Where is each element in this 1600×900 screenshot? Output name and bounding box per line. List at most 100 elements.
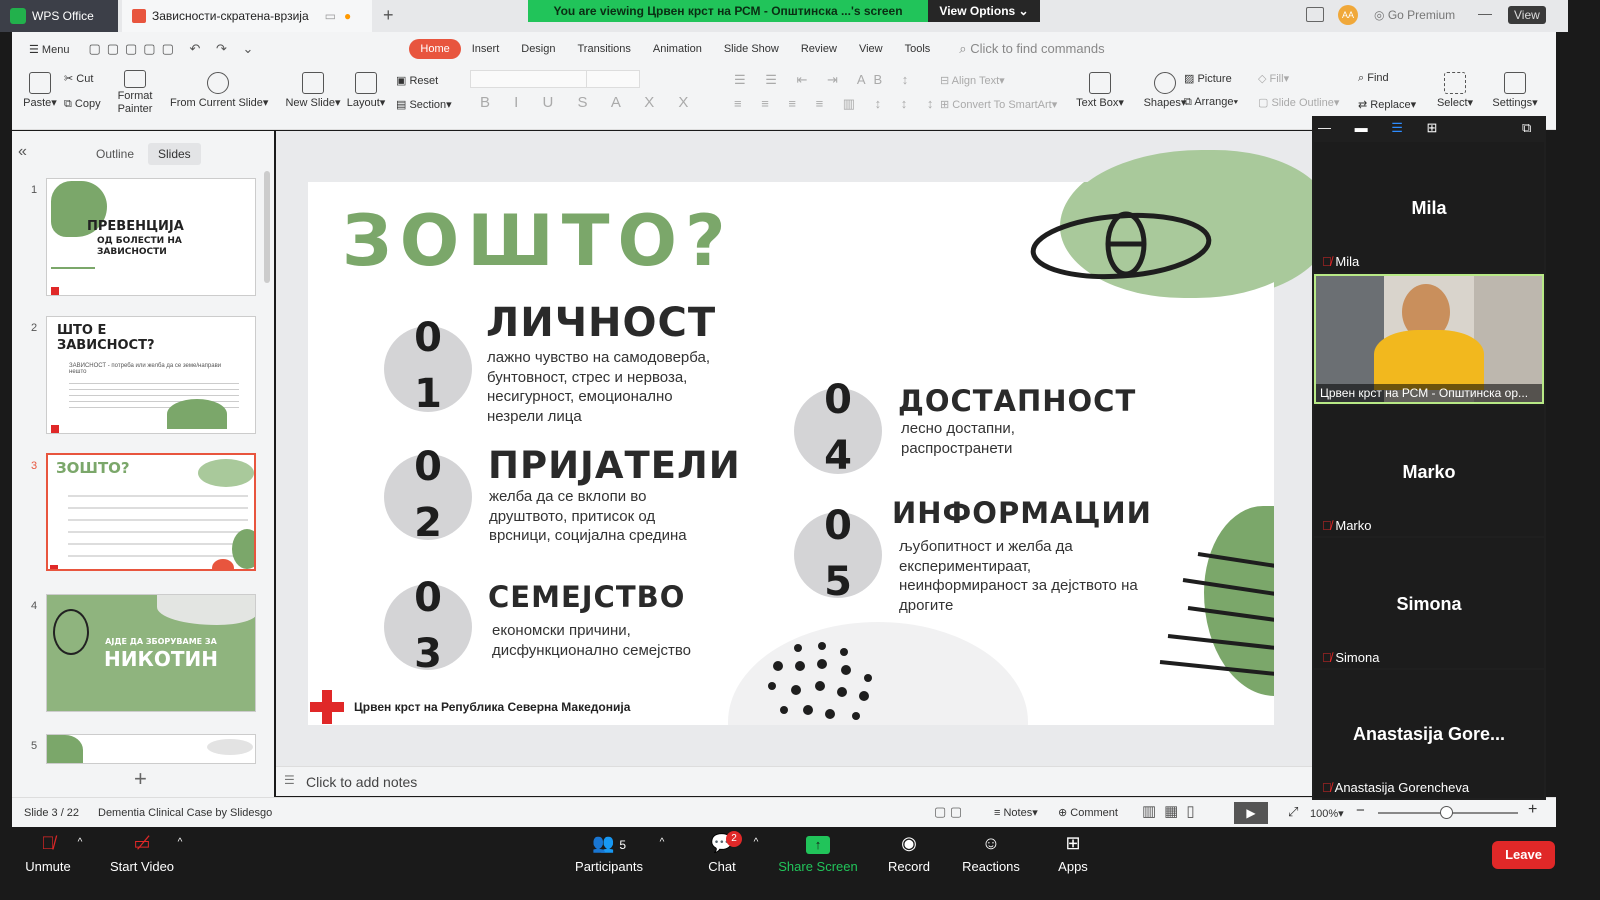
participant-tile[interactable]: Anastasija Gore... 🎙̸ Anastasija Gorench… xyxy=(1314,670,1544,798)
current-slide[interactable]: ЗОШТО? 0 1 ЛИЧНОСТ лажно чувство на само… xyxy=(308,182,1274,725)
wps-office-tab[interactable]: WPS Office xyxy=(0,0,118,32)
font-size-select[interactable] xyxy=(586,70,640,88)
participant-name: Anastasija Gore... xyxy=(1352,724,1506,744)
text-box-button[interactable]: Text Box▾ xyxy=(1074,72,1126,109)
text-format-icons[interactable]: B I U S A X X xyxy=(480,94,698,111)
fit-icons[interactable]: ▢ ▢ xyxy=(934,804,962,820)
new-slide-button[interactable]: New Slide▾ xyxy=(284,72,342,109)
copy-button[interactable]: ⧉ Copy xyxy=(64,98,101,111)
fit-window-icon[interactable]: ⤢ xyxy=(1288,804,1298,820)
chat-badge: 2 xyxy=(726,831,742,847)
replace-button[interactable]: ⇄ Replace▾ xyxy=(1358,98,1416,111)
slide-thumbnail-3[interactable]: ЗОШТО? xyxy=(46,453,256,571)
slide-thumbnail-5[interactable] xyxy=(46,734,256,764)
zoom-in-icon[interactable]: + xyxy=(1528,801,1537,819)
reactions-button[interactable]: ☺ Reactions xyxy=(960,833,1022,874)
minimize-icon[interactable]: — xyxy=(1478,5,1492,21)
participant-tile[interactable]: Simona 🎙̸ Simona xyxy=(1314,538,1544,668)
select-button[interactable]: Select▾ xyxy=(1432,72,1478,109)
window-icon[interactable]: ▭ xyxy=(325,9,336,23)
slide-thumbnail-4[interactable]: АЈДЕ ДА ЗБОРУВАМЕ ЗА НИКОТИН xyxy=(46,594,256,712)
slide-title: ЗОШТО? xyxy=(342,200,734,282)
play-slideshow-button[interactable]: ▶ xyxy=(1234,802,1268,824)
reset-button[interactable]: ▣ Reset xyxy=(396,74,438,87)
avatar[interactable]: AA xyxy=(1338,5,1358,25)
tab-transitions[interactable]: Transitions xyxy=(567,39,642,59)
tab-insert[interactable]: Insert xyxy=(461,39,511,59)
tab-outline[interactable]: Outline xyxy=(96,147,134,161)
participants-options-caret[interactable]: ^ xyxy=(656,837,668,848)
tab-review[interactable]: Review xyxy=(790,39,848,59)
shapes-button[interactable]: Shapes▾ xyxy=(1142,72,1188,109)
popout-icon[interactable]: ⧉ xyxy=(1522,120,1531,136)
item-heading: ИНФОРМАЦИИ xyxy=(892,496,1152,530)
zoom-slider-handle[interactable] xyxy=(1440,806,1453,819)
new-tab-button[interactable]: + xyxy=(383,5,394,26)
tab-home[interactable]: Home xyxy=(409,39,461,59)
notes-placeholder[interactable]: Click to add notes xyxy=(306,774,417,790)
participants-button[interactable]: 👥 5 Participants xyxy=(574,833,644,874)
find-button[interactable]: ⌕ Find xyxy=(1358,72,1389,85)
tab-design[interactable]: Design xyxy=(510,39,566,59)
view-options-button[interactable]: View Options ⌄ xyxy=(928,0,1040,22)
fill-button[interactable]: ◇ Fill▾ xyxy=(1258,72,1289,85)
slide-thumbnail-2[interactable]: ШТО Е ЗАВИСНОСТ? ЗАВИСНОСТ - потреба или… xyxy=(46,316,256,434)
format-painter-button[interactable]: Format Painter xyxy=(114,70,156,116)
slide-thumbnail-1[interactable]: ПРЕВЕНЦИЈА ОД БОЛЕСТИ НА ЗАВИСНОСТИ xyxy=(46,178,256,296)
quick-access-icons[interactable]: ▢▢▢▢▢ ↶ ↷ ⌄ xyxy=(88,41,259,57)
document-tab[interactable]: Зависности-скратена-врзија ▭ ● xyxy=(122,0,372,32)
participant-tile[interactable]: Mila 🎙̸ Mila xyxy=(1314,142,1544,272)
apps-button[interactable]: ⊞ Apps xyxy=(1052,833,1094,874)
convert-smartart-button[interactable]: ⊞ Convert To SmartArt▾ xyxy=(940,98,1057,111)
record-button[interactable]: ◉ Record xyxy=(884,833,934,874)
participant-tile[interactable]: Marko 🎙̸ Marko xyxy=(1314,406,1544,536)
from-current-slide-button[interactable]: From Current Slide▾ xyxy=(170,72,268,109)
section-button[interactable]: ▤ Section▾ xyxy=(396,98,452,111)
item-description: лесно достапни, распространети xyxy=(901,420,1015,457)
notes-bar[interactable]: ☰ Click to add notes xyxy=(276,766,1312,796)
slide-outline-button[interactable]: ▢ Slide Outline▾ xyxy=(1258,96,1339,109)
decor-lines xyxy=(1159,552,1274,676)
tab-tools[interactable]: Tools xyxy=(894,39,942,59)
zoom-level[interactable]: 100%▾ xyxy=(1310,807,1344,820)
align-text-button[interactable]: ⊟ Align Text▾ xyxy=(940,74,1005,87)
go-premium-button[interactable]: ◎ Go Premium xyxy=(1374,8,1455,22)
arrange-button[interactable]: ⧉ Arrange▾ xyxy=(1184,96,1238,109)
cut-button[interactable]: ✂ Cut xyxy=(64,72,93,85)
video-layout-icons[interactable]: — ▬ ☰ ⊞ xyxy=(1318,120,1447,136)
layout-button[interactable]: Layout▾ xyxy=(344,72,388,109)
paste-button[interactable]: Paste▾ xyxy=(20,72,60,109)
panel-scrollbar[interactable] xyxy=(264,171,270,283)
align-icons[interactable]: ≡ ≡ ≡ ≡ ▥ ↕ ↕ ↕ xyxy=(734,96,941,112)
tab-slide-show[interactable]: Slide Show xyxy=(713,39,790,59)
picture-button[interactable]: ▨ Picture xyxy=(1184,72,1232,85)
item-heading: ПРИЈАТЕЛИ xyxy=(488,444,741,487)
view-button[interactable]: View xyxy=(1508,6,1546,24)
chat-options-caret[interactable]: ^ xyxy=(750,837,762,848)
command-search[interactable]: ⌕ Click to find commands xyxy=(959,41,1104,57)
participant-video-tile[interactable]: Црвен крст на РСМ - Општинска ор... xyxy=(1314,274,1544,404)
brush-icon xyxy=(124,70,146,88)
unmute-button[interactable]: 🎙̸ Unmute xyxy=(20,833,76,874)
tab-animation[interactable]: Animation xyxy=(642,39,713,59)
tab-view[interactable]: View xyxy=(848,39,894,59)
red-cross-logo xyxy=(310,690,344,724)
list-icons[interactable]: ☰ ☰ ⇤ ⇥ AB ↕ xyxy=(734,72,916,88)
notes-button[interactable]: ≡ Notes▾ xyxy=(994,806,1038,819)
sidebar-toggle-icon[interactable] xyxy=(1306,7,1324,22)
start-video-button[interactable]: ▭̸ Start Video xyxy=(106,833,178,874)
menu-button[interactable]: ☰ Menu xyxy=(18,39,80,60)
collapse-panel-icon[interactable]: « xyxy=(18,143,27,161)
comment-button[interactable]: ⊕ Comment xyxy=(1058,806,1118,819)
muted-mic-icon: 🎙̸ xyxy=(1322,254,1332,269)
view-mode-icons[interactable]: ▥▦▯ xyxy=(1142,802,1203,820)
item-heading: ДОСТАПНОСТ xyxy=(898,384,1137,418)
tab-slides[interactable]: Slides xyxy=(148,143,201,165)
zoom-out-icon[interactable]: − xyxy=(1356,802,1365,819)
settings-button[interactable]: Settings▾ xyxy=(1488,72,1542,109)
add-slide-button[interactable]: + xyxy=(134,766,147,792)
video-options-caret[interactable]: ^ xyxy=(174,837,186,848)
audio-options-caret[interactable]: ^ xyxy=(74,837,86,848)
leave-button[interactable]: Leave xyxy=(1492,841,1555,869)
share-screen-button[interactable]: ↑ Share Screen xyxy=(778,833,858,874)
